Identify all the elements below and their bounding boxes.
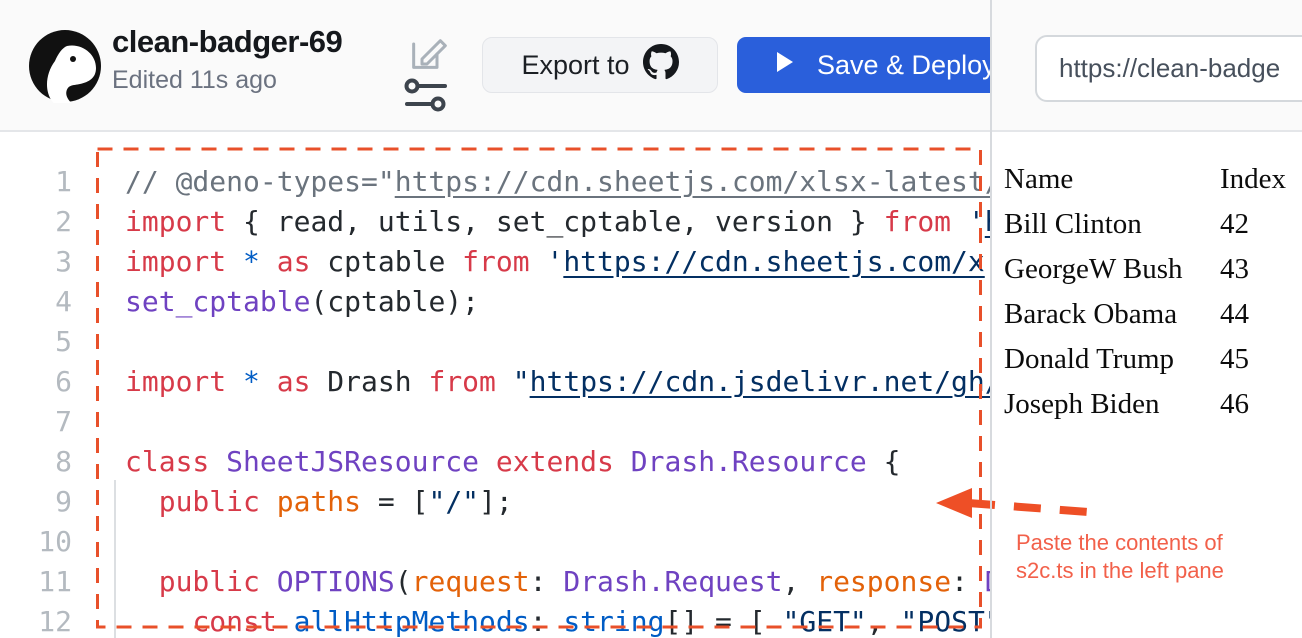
line-number: 10 (0, 522, 72, 562)
code-text: import { read, utils, set_cptable, versi… (72, 202, 991, 242)
deno-playground-window: clean-badger-69 Edited 11s ago Export to (0, 0, 1302, 638)
code-text: public OPTIONS(request: Drash.Request, r… (72, 562, 991, 602)
code-text: class SheetJSResource extends Drash.Reso… (72, 442, 901, 482)
table-row: Joseph Biden46 (1004, 382, 1286, 427)
pane-divider[interactable] (990, 0, 992, 638)
code-line[interactable]: 5 (0, 322, 991, 362)
save-and-deploy-button[interactable]: Save & Deploy (737, 37, 991, 93)
line-number: 2 (0, 202, 72, 242)
table-row: GeorgeW Bush43 (1004, 247, 1286, 292)
tune-sliders-icon[interactable] (403, 78, 449, 117)
code-line[interactable]: 1// @deno-types="https://cdn.sheetjs.com… (0, 162, 991, 202)
project-title: clean-badger-69 (112, 24, 342, 60)
code-text: public paths = ["/"]; (72, 482, 513, 522)
line-number: 6 (0, 362, 72, 402)
code-line[interactable]: 8class SheetJSResource extends Drash.Res… (0, 442, 991, 482)
line-number: 9 (0, 482, 72, 522)
code-text (72, 322, 125, 362)
annotation-note-line2: s2c.ts in the left pane (1016, 557, 1224, 585)
code-line[interactable]: 11 public OPTIONS(request: Drash.Request… (0, 562, 991, 602)
line-number: 3 (0, 242, 72, 282)
export-to-github-button[interactable]: Export to (482, 37, 718, 93)
save-button-label: Save & Deploy (817, 50, 991, 81)
table-header-row: Name Index (1004, 157, 1286, 202)
code-line[interactable]: 2import { read, utils, set_cptable, vers… (0, 202, 991, 242)
export-button-label: Export to (521, 50, 629, 81)
table-row: Bill Clinton42 (1004, 202, 1286, 247)
save-button-clip: Save & Deploy (737, 37, 991, 93)
line-number: 8 (0, 442, 72, 482)
table-row: Barack Obama44 (1004, 292, 1286, 337)
code-text (72, 402, 125, 442)
annotation-note-line1: Paste the contents of (1016, 529, 1224, 557)
line-number: 7 (0, 402, 72, 442)
header-bar: clean-badger-69 Edited 11s ago Export to (0, 0, 1302, 132)
line-number: 11 (0, 562, 72, 602)
code-line[interactable]: 12 const allHttpMethods: string[] = [ "G… (0, 602, 991, 638)
project-title-block: clean-badger-69 Edited 11s ago (112, 24, 342, 95)
column-header-name: Name (1004, 157, 1220, 202)
indent-guide-line (114, 480, 116, 638)
line-number: 12 (0, 602, 72, 638)
code-text (72, 522, 125, 562)
line-number: 1 (0, 162, 72, 202)
code-line[interactable]: 6import * as Drash from "https://cdn.jsd… (0, 362, 991, 402)
code-line[interactable]: 10 (0, 522, 991, 562)
code-line[interactable]: 4set_cptable(cptable); (0, 282, 991, 322)
cell-index: 45 (1220, 337, 1286, 382)
deployment-url-input[interactable] (1035, 35, 1302, 102)
line-number: 5 (0, 322, 72, 362)
code-editor[interactable]: 1// @deno-types="https://cdn.sheetjs.com… (0, 132, 991, 638)
cell-index: 44 (1220, 292, 1286, 337)
code-text: // @deno-types="https://cdn.sheetjs.com/… (72, 162, 991, 202)
code-text: import * as Drash from "https://cdn.jsde… (72, 362, 991, 402)
edited-timestamp: Edited 11s ago (112, 66, 342, 95)
cell-name: Joseph Biden (1004, 382, 1220, 427)
code-text: const allHttpMethods: string[] = [ "GET"… (72, 602, 991, 638)
column-header-index: Index (1220, 157, 1286, 202)
github-icon (643, 44, 679, 87)
code-line[interactable]: 9 public paths = ["/"]; (0, 482, 991, 522)
code-line[interactable]: 3import * as cptable from 'https://cdn.s… (0, 242, 991, 282)
line-number: 4 (0, 282, 72, 322)
code-text: set_cptable(cptable); (72, 282, 479, 322)
cell-index: 43 (1220, 247, 1286, 292)
code-text: import * as cptable from 'https://cdn.sh… (72, 242, 985, 282)
cell-index: 42 (1220, 202, 1286, 247)
cell-name: Donald Trump (1004, 337, 1220, 382)
table-row: Donald Trump45 (1004, 337, 1286, 382)
cell-name: GeorgeW Bush (1004, 247, 1220, 292)
cell-name: Bill Clinton (1004, 202, 1220, 247)
cell-name: Barack Obama (1004, 292, 1220, 337)
code-line[interactable]: 7 (0, 402, 991, 442)
play-icon (775, 50, 795, 81)
rename-pencil-icon[interactable] (407, 34, 447, 79)
annotation-note: Paste the contents of s2c.ts in the left… (1016, 529, 1224, 585)
deno-logo-icon (28, 29, 102, 103)
output-presidents-table: Name Index Bill Clinton42GeorgeW Bush43B… (1004, 157, 1286, 427)
cell-index: 46 (1220, 382, 1286, 427)
code-lines: 1// @deno-types="https://cdn.sheetjs.com… (0, 132, 991, 638)
